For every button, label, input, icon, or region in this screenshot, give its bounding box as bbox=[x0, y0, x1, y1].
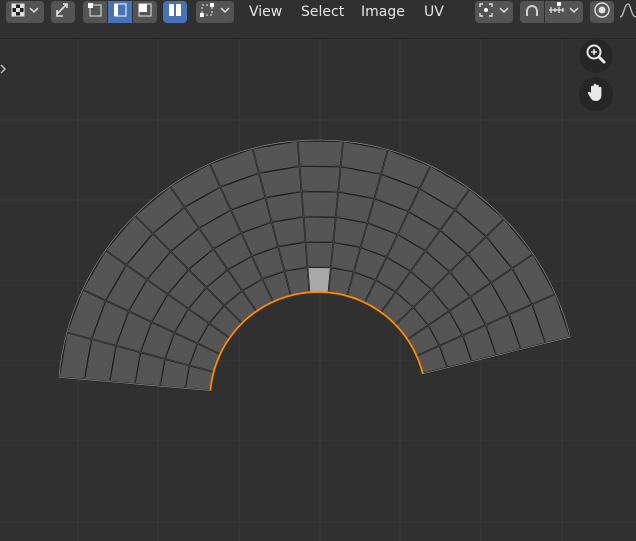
uv-face[interactable] bbox=[304, 240, 335, 269]
uv-face[interactable] bbox=[300, 190, 340, 218]
select-menu[interactable]: Select bbox=[301, 3, 344, 21]
uv-face[interactable] bbox=[296, 139, 345, 168]
hand-pan-icon bbox=[585, 81, 607, 107]
sticky-selection-icon bbox=[198, 1, 232, 23]
uv-face[interactable] bbox=[251, 139, 301, 174]
uv-face-selected[interactable] bbox=[306, 266, 332, 294]
snap-toggle-button[interactable] bbox=[520, 1, 544, 23]
pivot-point-icon bbox=[477, 1, 511, 23]
pan-button[interactable] bbox=[579, 77, 613, 111]
edge-select-mode-button[interactable] bbox=[108, 1, 132, 23]
uv-canvas[interactable] bbox=[0, 39, 636, 541]
falloff-curve-icon bbox=[618, 1, 636, 23]
sync-selection-arrows-icon bbox=[54, 1, 72, 23]
sync-selection-button[interactable] bbox=[51, 1, 75, 23]
sidebar-toggle[interactable] bbox=[0, 61, 8, 75]
zoom-in-icon bbox=[585, 43, 607, 69]
uv-faces bbox=[58, 139, 572, 392]
pivot-point-dropdown[interactable] bbox=[475, 1, 513, 23]
snap-increment-icon bbox=[547, 1, 581, 23]
face-select-mode-button[interactable] bbox=[133, 1, 157, 23]
zoom-button[interactable] bbox=[579, 39, 613, 73]
face-select-mode-icon bbox=[136, 1, 154, 23]
proportional-editing-button[interactable] bbox=[590, 1, 614, 23]
editor-type-button[interactable] bbox=[6, 1, 44, 23]
uv-face[interactable] bbox=[302, 215, 337, 243]
edge-select-mode-icon bbox=[111, 1, 129, 23]
uv-editor-header: View Select Image UV bbox=[0, 0, 636, 39]
snap-magnet-icon bbox=[523, 1, 541, 23]
image-menu[interactable]: Image bbox=[361, 3, 405, 21]
island-select-icon bbox=[166, 1, 184, 23]
sidebar-arrow-icon bbox=[0, 61, 8, 80]
snap-target-dropdown[interactable] bbox=[545, 1, 583, 23]
uv-editor-checker-icon bbox=[9, 1, 41, 23]
view-menu[interactable]: View bbox=[249, 3, 282, 21]
proportional-editing-icon bbox=[593, 1, 611, 23]
uv-viewport[interactable] bbox=[0, 39, 636, 541]
falloff-dropdown[interactable] bbox=[617, 1, 636, 23]
vertex-select-mode-button[interactable] bbox=[83, 1, 107, 23]
uv-face[interactable] bbox=[298, 165, 342, 193]
uv-menu[interactable]: UV bbox=[424, 3, 444, 21]
sticky-selection-dropdown[interactable] bbox=[196, 1, 234, 23]
vertex-select-mode-icon bbox=[86, 1, 104, 23]
island-select-button[interactable] bbox=[163, 1, 187, 23]
